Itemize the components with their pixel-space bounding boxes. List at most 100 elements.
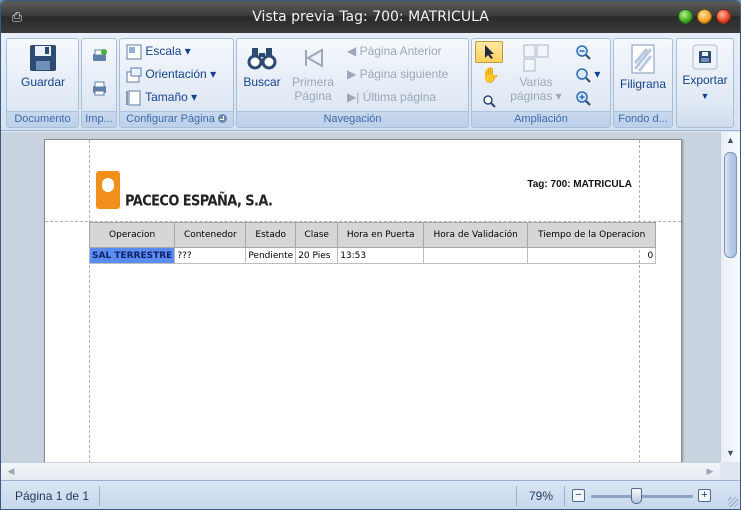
scrollbar-corner [720,462,740,480]
group-label-fondo: Fondo d... [614,111,672,127]
page-size-icon [126,90,141,106]
save-icon [30,45,56,71]
group-configurar-pagina: Escala ▾ Orientación ▾ Tamaño ▾ Configur… [119,38,234,128]
vertical-scroll-thumb[interactable] [724,152,737,258]
vertical-scrollbar[interactable]: ▲ ▼ [720,132,740,462]
window-title: Vista previa Tag: 700: MATRICULA [252,9,489,25]
tamano-dropdown[interactable]: Tamaño ▾ [126,88,197,108]
escala-dropdown[interactable]: Escala ▾ [126,42,191,62]
ribbon: Guardar Documento Imp... Escala ▾ Orient… [1,33,740,131]
cell-tiempo-operacion[interactable]: 0 [527,247,657,264]
buscar-label: Buscar [243,75,281,89]
title-bar[interactable]: ⎙ Vista previa Tag: 700: MATRICULA [1,1,740,33]
chevron-down-icon: ▾ [191,90,198,104]
varias-label-2-wrap: páginas ▾ [508,89,564,103]
column-header: Hora de Validación [423,222,529,248]
close-button[interactable] [716,9,731,24]
zoom-out-icon [576,45,591,60]
cell-estado[interactable]: Pendiente [245,247,297,264]
scroll-down-arrow-icon[interactable]: ▼ [721,445,740,461]
export-icon [692,44,718,70]
zoom-dropdown[interactable]: ▾ [575,65,600,85]
zoom-out-button[interactable] [575,42,591,62]
pagina-siguiente-button[interactable]: ▶ Página siguiente [347,65,448,85]
status-bar: Página 1 de 1 79% − + [1,480,740,509]
zoom-tool-button[interactable] [482,91,496,111]
preview-window: ⎙ Vista previa Tag: 700: MATRICULA Guard… [0,0,741,510]
resize-grip[interactable] [728,497,738,507]
binoculars-icon [247,48,277,70]
column-header: Operacion [88,222,176,248]
ultima-pagina-button[interactable]: ▶| Última página [347,88,436,108]
varias-paginas-button[interactable]: Varias páginas ▾ [508,43,564,103]
group-label-ampliacion: Ampliación [472,111,610,127]
chevron-down-icon: ▾ [555,89,562,103]
scroll-left-arrow-icon[interactable]: ◀ [3,463,19,480]
cell-hora-puerta[interactable]: 13:53 [337,247,425,264]
printer-settings-icon [93,49,107,62]
group-label-navegacion: Navegación [237,111,468,127]
dialog-launcher-icon[interactable] [217,114,227,123]
varias-label-2: páginas [510,89,553,103]
zoom-in-status-button[interactable]: + [698,489,711,502]
company-name: PACECO ESPAÑA, S.A. [125,193,273,211]
multiple-pages-icon [523,44,549,72]
ultima-pagina-label: Última página [362,90,437,104]
primera-pagina-button[interactable]: Primera Página [289,43,337,103]
paceco-logo-mark [96,171,120,209]
zoom-out-status-button[interactable]: − [572,489,585,502]
maximize-button[interactable] [697,9,712,24]
filigrana-button[interactable]: Filigrana [616,43,670,91]
watermark-icon [631,44,655,74]
group-label-documento: Documento [7,111,78,127]
report-table: Operacion Contenedor Estado Clase Hora e… [88,222,657,264]
scroll-right-arrow-icon[interactable]: ▶ [702,463,718,480]
chevron-down-icon: ▾ [184,44,191,58]
column-header: Tiempo de la Operacion [527,222,657,248]
zoom-slider-track[interactable] [591,495,693,498]
preview-area[interactable]: PACECO ESPAÑA, S.A. Tag: 700: MATRICULA … [1,132,740,480]
pointer-tool-button[interactable] [475,41,503,63]
orientacion-dropdown[interactable]: Orientación ▾ [126,65,216,85]
zoom-percentage: 79% [529,489,554,503]
primera-label-2: Página [294,89,332,103]
report-page: PACECO ESPAÑA, S.A. Tag: 700: MATRICULA … [44,139,682,479]
column-header: Contenedor [174,222,247,248]
pagina-siguiente-label: Página siguiente [359,67,449,81]
hand-tool-button[interactable]: ✋ [481,67,500,87]
zoom-in-button[interactable] [575,88,591,108]
horizontal-scrollbar[interactable]: ◀ ▶ [1,462,720,480]
exportar-label: Exportar [682,73,728,87]
zoom-icon [576,68,591,83]
first-page-icon [305,48,323,68]
cell-operacion[interactable]: SAL TERRESTRE [88,247,176,264]
group-fondo: Filigrana Fondo d... [613,38,673,128]
zoom-in-icon [576,91,591,106]
group-label-configurar-pagina[interactable]: Configurar Página [120,111,233,127]
orientation-icon [126,67,142,83]
filigrana-label: Filigrana [619,77,667,91]
column-header: Estado [245,222,297,248]
scroll-up-arrow-icon[interactable]: ▲ [721,132,740,148]
cell-contenedor[interactable]: ??? [174,247,247,264]
table-row[interactable]: SAL TERRESTRE ??? Pendiente 20 Pies 13:5… [88,247,657,264]
chevron-down-icon: ▾ [210,67,217,81]
exportar-button[interactable]: Exportar ▼ [679,43,731,103]
previous-page-icon: ◀ [347,44,357,58]
hand-icon: ✋ [481,67,500,84]
printer-icon [93,81,106,96]
cell-clase[interactable]: 20 Pies [295,247,339,264]
group-documento: Guardar Documento [6,38,79,128]
minimize-button[interactable] [678,9,693,24]
print-options-button[interactable] [91,47,108,67]
page-indicator: Página 1 de 1 [15,489,90,503]
print-button[interactable] [91,79,108,99]
chevron-down-icon: ▾ [594,67,601,81]
zoom-slider-thumb[interactable] [630,488,642,504]
group-label-imprimir: Imp... [82,111,116,127]
table-header-row: Operacion Contenedor Estado Clase Hora e… [88,222,657,248]
guardar-button[interactable]: Guardar [15,43,71,89]
buscar-button[interactable]: Buscar [240,43,284,89]
cell-hora-validacion[interactable] [423,247,529,264]
pagina-anterior-button[interactable]: ◀ Página Anterior [347,42,442,62]
